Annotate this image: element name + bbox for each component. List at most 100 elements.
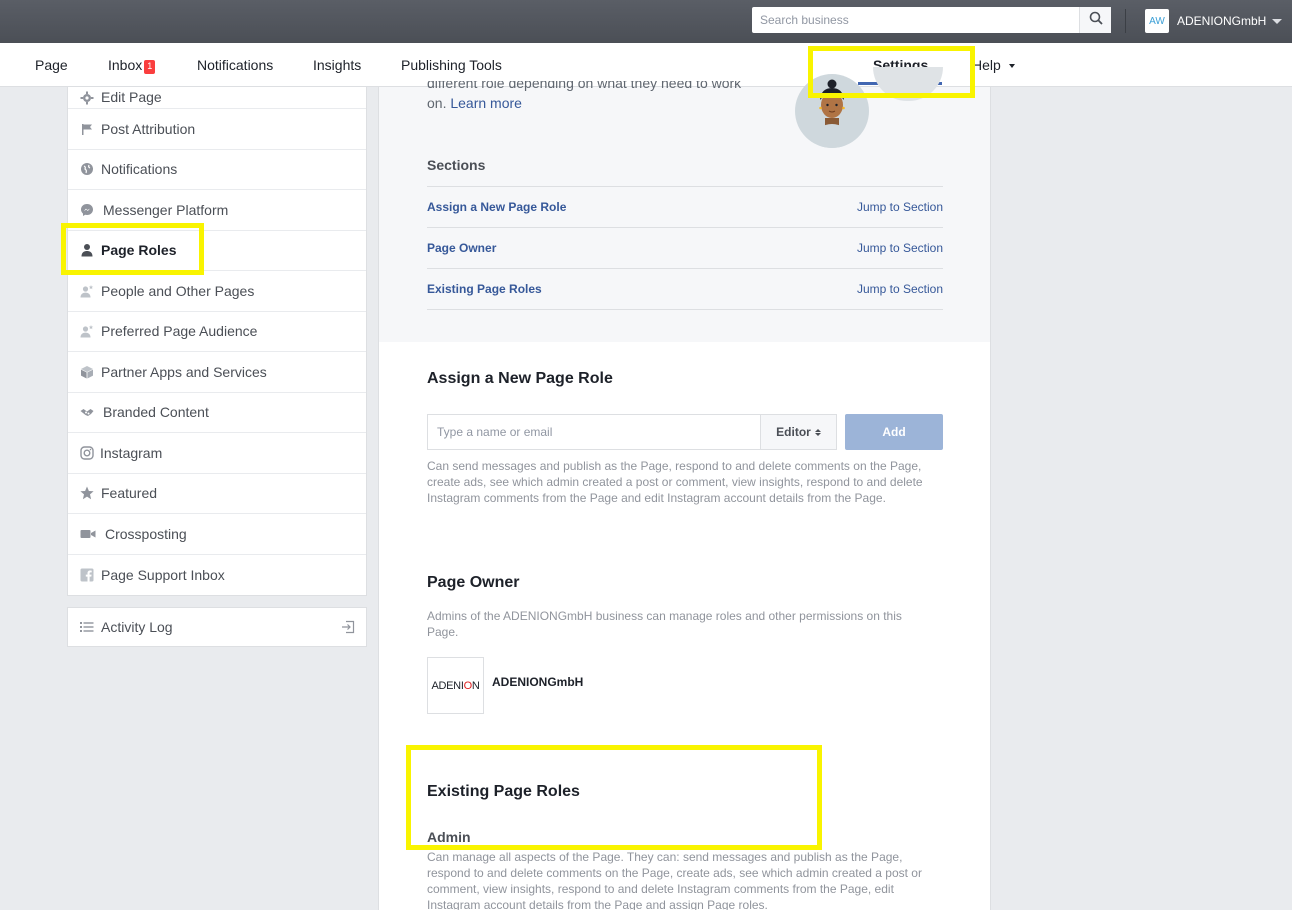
intro-section: different role depending on what they ne…: [379, 67, 990, 342]
add-role-button[interactable]: Add: [845, 414, 943, 450]
sidebar-item-partner-apps-and-services[interactable]: Partner Apps and Services: [68, 352, 366, 393]
owner-name[interactable]: ADENIONGmbH: [492, 675, 583, 689]
intro-text: different role depending on what they ne…: [427, 81, 757, 113]
sidebar-item-label: Notifications: [101, 161, 178, 178]
sidebar-item-label: Featured: [101, 485, 158, 502]
sidebar-item-page-support-inbox[interactable]: Page Support Inbox: [68, 555, 366, 596]
sidebar-item-branded-content[interactable]: Branded Content: [68, 393, 366, 433]
sidebar-item-notifications[interactable]: Notifications: [68, 150, 366, 190]
owner-logo: ADENI O N: [427, 657, 484, 714]
messenger-icon: [80, 203, 94, 217]
tab-label: Insights: [313, 57, 362, 73]
section-link[interactable]: Page Owner: [427, 241, 496, 255]
sidebar-item-people-and-other-pages[interactable]: People and Other Pages: [68, 271, 366, 312]
search-button[interactable]: [1079, 7, 1111, 33]
sidebar-item-label: People and Other Pages: [101, 282, 255, 299]
sidebar-item-page-roles[interactable]: Page Roles: [68, 231, 366, 271]
logo-text: N: [471, 679, 480, 692]
sections-list: Assign a New Page Role Jump to Section P…: [427, 186, 943, 310]
tab-inbox[interactable]: Inbox 1: [108, 43, 156, 87]
sidebar-item-label: Page Support Inbox: [101, 566, 225, 583]
sidebar-item-label: Edit Page: [101, 89, 162, 105]
admin-role-description: Can manage all aspects of the Page. They…: [427, 850, 922, 910]
facebook-icon: [80, 568, 94, 582]
instagram-icon: [80, 446, 94, 460]
activity-log-label: Activity Log: [101, 619, 173, 635]
caret-down-icon: [1008, 64, 1015, 68]
sidebar-item-label: Branded Content: [103, 404, 209, 421]
flag-icon: [80, 122, 94, 136]
jump-to-section-link[interactable]: Jump to Section: [857, 241, 943, 255]
video-icon: [80, 527, 96, 541]
sidebar-item-edit-page[interactable]: Edit Page: [68, 87, 366, 109]
tab-label: Help: [972, 57, 1001, 73]
top-bar: AW ADENIONGmbH: [0, 0, 1292, 43]
person-icon: [80, 243, 94, 257]
sidebar-item-crossposting[interactable]: Crossposting: [68, 514, 366, 555]
tab-notifications[interactable]: Notifications: [197, 43, 273, 87]
tab-label: Inbox: [108, 57, 143, 73]
sidebar-item-preferred-page-audience[interactable]: Preferred Page Audience: [68, 312, 366, 352]
sidebar-item-label: Instagram: [100, 444, 163, 461]
section-row-assign: Assign a New Page Role Jump to Section: [427, 187, 943, 228]
tab-label: Publishing Tools: [401, 57, 502, 73]
sidebar-item-label: Preferred Page Audience: [101, 323, 258, 340]
search-icon: [1089, 11, 1103, 30]
intro-text-line: on.: [427, 95, 447, 111]
star-icon: [80, 486, 94, 500]
sidebar-item-label: Messenger Platform: [103, 201, 229, 218]
tab-help[interactable]: Help: [972, 43, 1015, 87]
tab-label: Notifications: [197, 57, 274, 73]
jump-to-section-link[interactable]: Jump to Section: [857, 200, 943, 214]
divider: [1125, 9, 1126, 33]
list-icon: [80, 620, 94, 634]
sidebar-item-label: Crossposting: [105, 525, 187, 542]
search-input[interactable]: [752, 7, 1079, 33]
intro-text-line: different role depending on what they ne…: [427, 81, 742, 91]
section-row-owner: Page Owner Jump to Section: [427, 228, 943, 269]
learn-more-link[interactable]: Learn more: [450, 95, 522, 111]
globe-icon: [80, 162, 94, 176]
role-name-field-wrap: [427, 414, 761, 450]
editor-role-description: Can send messages and publish as the Pag…: [427, 459, 923, 505]
logo-text: O: [463, 679, 473, 692]
tab-insights[interactable]: Insights: [313, 43, 361, 87]
section-link[interactable]: Assign a New Page Role: [427, 200, 566, 214]
account-menu[interactable]: AW ADENIONGmbH: [1145, 9, 1283, 33]
jump-to-section-link[interactable]: Jump to Section: [857, 282, 943, 296]
sections-heading: Sections: [427, 157, 486, 173]
search-box: [752, 7, 1111, 33]
activity-log-link[interactable]: Activity Log: [67, 607, 367, 647]
sidebar-item-label: Post Attribution: [101, 120, 196, 137]
gear-icon: [80, 91, 94, 105]
account-name: ADENIONGmbH: [1177, 14, 1267, 28]
handshake-icon: [80, 405, 94, 419]
role-select-value: Editor: [776, 425, 811, 439]
page-owner-description: Admins of the ADENIONGmbH business can m…: [427, 609, 902, 639]
sidebar-item-messenger-platform[interactable]: Messenger Platform: [68, 190, 366, 231]
illustration-avatar: [795, 74, 869, 148]
existing-roles-heading: Existing Page Roles: [427, 783, 580, 800]
tab-page[interactable]: Page: [35, 43, 68, 87]
tab-label: Page: [35, 57, 68, 73]
account-avatar: AW: [1145, 9, 1169, 33]
chevron-down-icon: [1272, 18, 1283, 24]
settings-sidebar: Edit Page Post Attribution Notifications…: [67, 87, 367, 596]
cube-icon: [80, 365, 94, 379]
section-link[interactable]: Existing Page Roles: [427, 282, 542, 296]
sidebar-item-post-attribution[interactable]: Post Attribution: [68, 109, 366, 150]
person-star-icon: [80, 324, 94, 338]
admin-role-label: Admin: [427, 829, 471, 845]
unread-badge: 1: [144, 60, 156, 74]
section-row-existing: Existing Page Roles Jump to Section: [427, 269, 943, 310]
sort-arrows-icon: [814, 428, 821, 436]
page-roles-panel: different role depending on what they ne…: [378, 67, 991, 910]
sidebar-item-label: Page Roles: [101, 242, 177, 259]
assign-role-heading: Assign a New Page Role: [427, 370, 613, 387]
sidebar-item-instagram[interactable]: Instagram: [68, 433, 366, 474]
sidebar-item-featured[interactable]: Featured: [68, 474, 366, 514]
role-select[interactable]: Editor: [760, 414, 837, 450]
role-name-input[interactable]: [428, 415, 761, 449]
open-external-icon: [341, 620, 355, 637]
logo-text: ADENI: [431, 679, 464, 692]
